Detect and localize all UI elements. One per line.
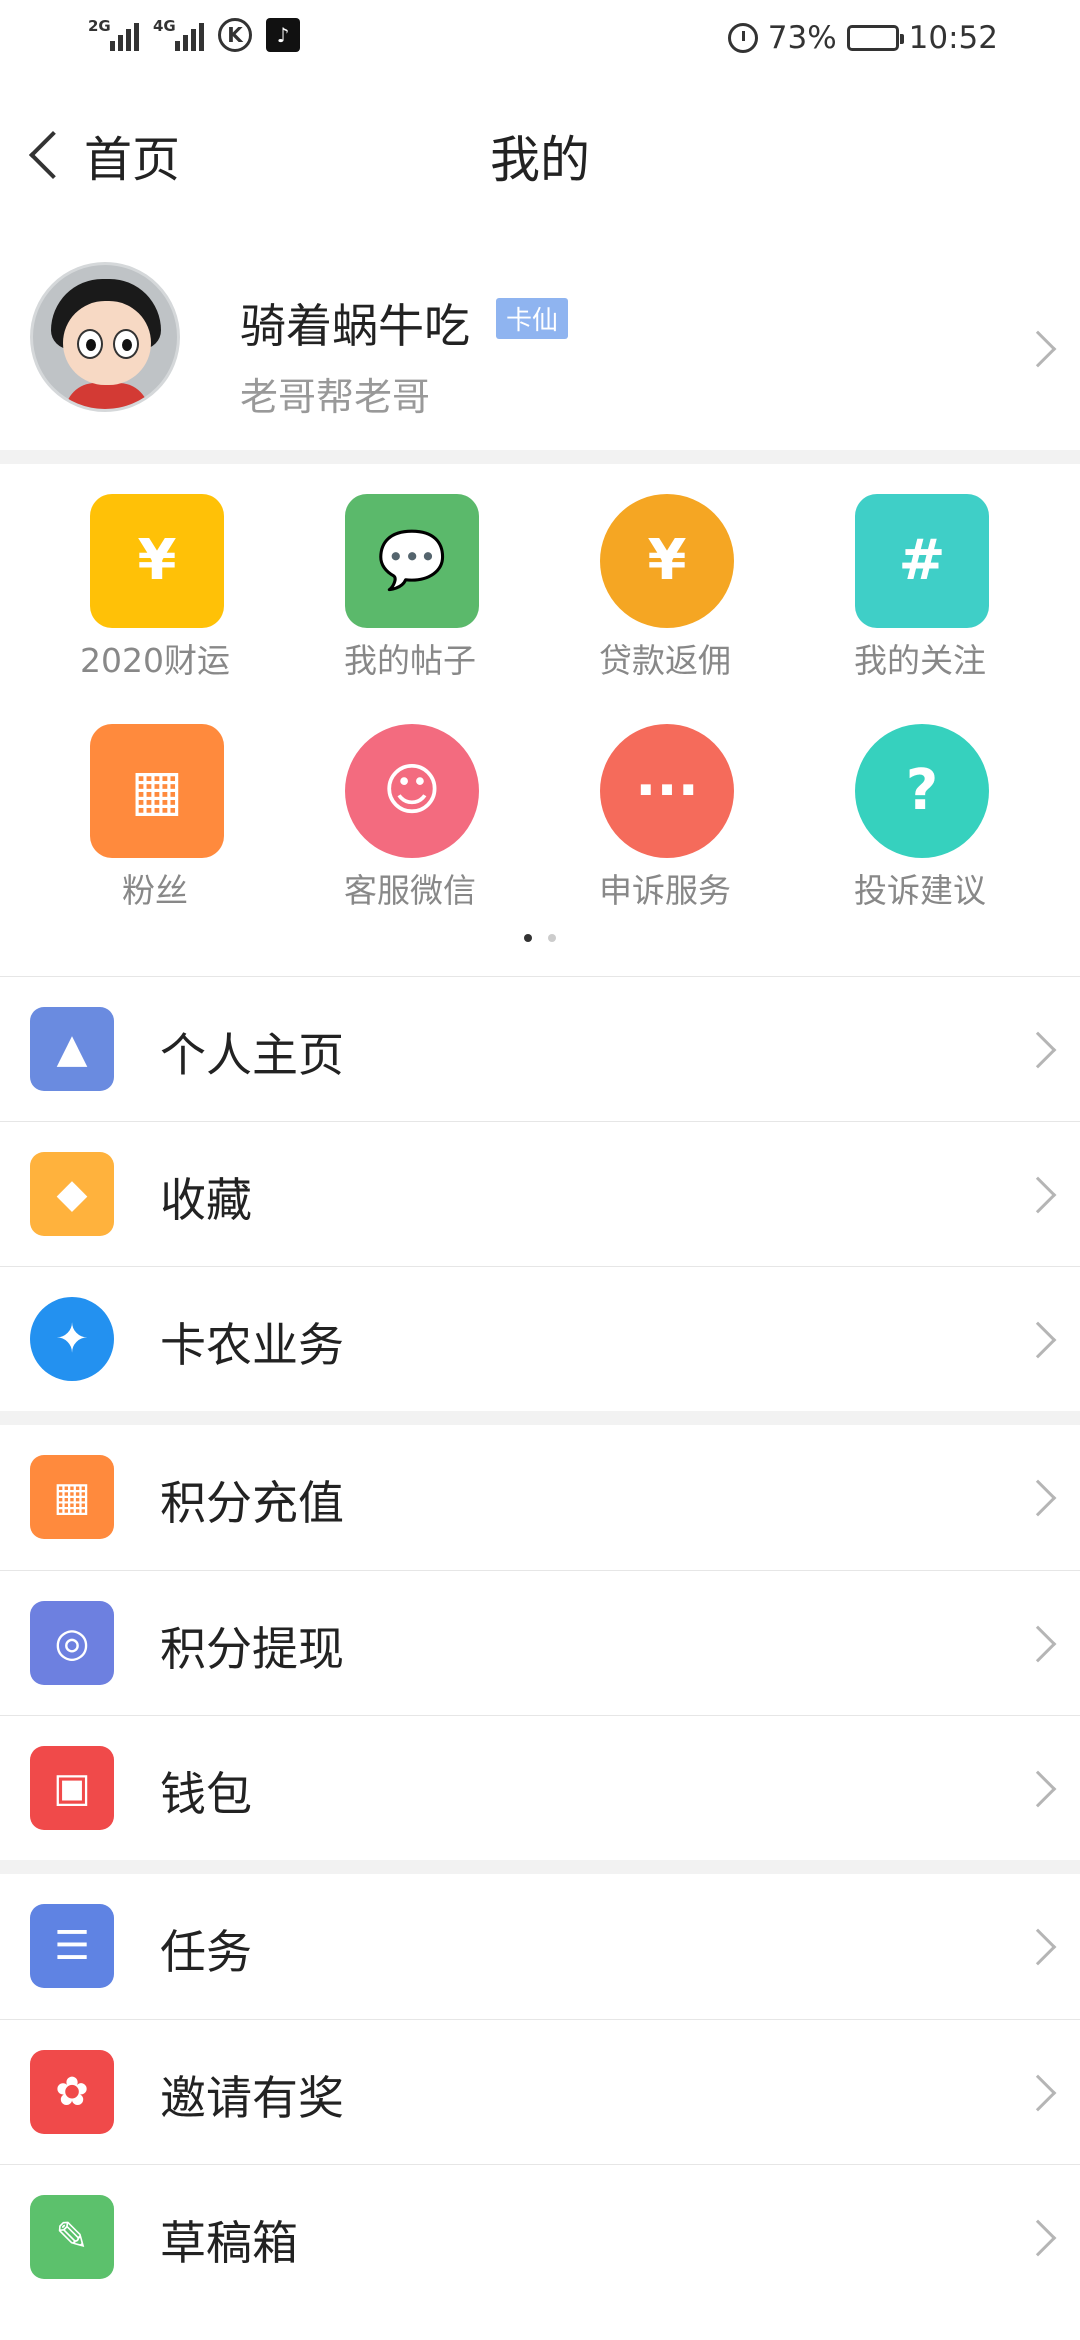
list-item-label: 积分充值 xyxy=(160,1476,344,1530)
status-bar: 2G 4G K ♪ 73% 10:52 xyxy=(0,0,1080,80)
chevron-right-icon xyxy=(1019,2074,1057,2112)
list-item-label: 钱包 xyxy=(160,1767,252,1821)
shortcut-grid: ¥2020财运 💬 我的帖子 ¥ 贷款返佣 # 我的关注 ▦ 粉丝 ☺ 客服微信 ··· 申诉服务? 投诉… xyxy=(0,464,1080,974)
user-level-badge: 卡仙 xyxy=(496,298,569,339)
list-item-label: 个人主页 xyxy=(160,1028,344,1082)
list-item-label: 草稿箱 xyxy=(160,2216,298,2270)
chevron-right-icon xyxy=(1019,2219,1057,2257)
username: 骑着蜗牛吃 xyxy=(240,299,470,353)
signal-strength-icon: 2G xyxy=(88,17,139,51)
nav-bar: 首页 我的 xyxy=(0,90,1080,220)
draft-note-icon: ✎ xyxy=(30,2195,114,2279)
network-type-label: 4G xyxy=(153,17,176,35)
chat-bubbles-icon: 💬 xyxy=(345,494,479,628)
list-item[interactable]: ☰ 任务 xyxy=(0,1874,1080,2019)
list-item-label: 积分提现 xyxy=(160,1622,344,1676)
list-item-label: 卡农业务 xyxy=(160,1318,344,1372)
chevron-right-icon xyxy=(1019,330,1057,368)
list-item[interactable]: ▦ 积分充值 xyxy=(0,1425,1080,1570)
chevron-right-icon xyxy=(1019,1479,1057,1517)
grid-item[interactable]: ▦ 粉丝 xyxy=(45,694,265,910)
list-item[interactable]: ▣ 钱包 xyxy=(0,1715,1080,1860)
list-item[interactable]: ✿ 邀请有奖 xyxy=(0,2019,1080,2164)
wallet-icon: ▣ xyxy=(30,1746,114,1830)
spiral-icon: ◎ xyxy=(30,1601,114,1685)
checklist-icon: ☰ xyxy=(30,1904,114,1988)
grid-item[interactable]: ¥2020财运 xyxy=(45,464,265,680)
page-dot xyxy=(524,934,532,942)
grid-item-label: 贷款返佣 xyxy=(599,641,731,680)
grid-item[interactable]: ? 投诉建议 xyxy=(810,694,1030,910)
gift-bag-icon: ✿ xyxy=(30,2050,114,2134)
battery-percent: 73% xyxy=(767,20,837,56)
alarm-icon xyxy=(727,23,758,53)
message-minus-icon: ··· xyxy=(600,724,734,858)
list-item[interactable]: ▲ 个人主页 xyxy=(0,976,1080,1121)
list-item-label: 邀请有奖 xyxy=(160,2071,344,2125)
tiktok-icon: ♪ xyxy=(266,18,300,52)
page-dot xyxy=(548,934,556,942)
cube-icon: ◆ xyxy=(30,1152,114,1236)
grid-item-label: 我的关注 xyxy=(854,641,986,680)
grid-item-label: 申诉服务 xyxy=(599,871,731,910)
clock: 10:52 xyxy=(908,20,998,56)
chevron-right-icon xyxy=(1019,1625,1057,1663)
grid-item[interactable]: ☺ 客服微信 xyxy=(300,694,520,910)
grid-item-label: 投诉建议 xyxy=(854,871,986,910)
store-icon: ▦ xyxy=(90,724,224,858)
list-item-label: 收藏 xyxy=(160,1173,252,1227)
chevron-right-icon xyxy=(1019,1031,1057,1069)
section-divider xyxy=(0,450,1080,464)
grid-item-label: 我的帖子 xyxy=(344,641,476,680)
yen-coin-icon: ¥ xyxy=(600,494,734,628)
status-right: 73% 10:52 xyxy=(727,20,998,56)
chevron-right-icon xyxy=(1019,1321,1057,1359)
section-divider xyxy=(0,1860,1080,1874)
handshake-icon: ✦ xyxy=(30,1297,114,1381)
chevron-right-icon xyxy=(1019,1928,1057,1966)
grid-item[interactable]: 💬 我的帖子 xyxy=(300,464,520,680)
grid-item[interactable]: ¥ 贷款返佣 xyxy=(555,464,775,680)
k-app-icon: K xyxy=(218,18,252,52)
page-title: 我的 xyxy=(490,131,590,189)
shop-icon: ▦ xyxy=(30,1455,114,1539)
list-item[interactable]: ✎ 草稿箱 xyxy=(0,2164,1080,2309)
avatar[interactable] xyxy=(30,262,180,412)
question-notebook-icon: ? xyxy=(855,724,989,858)
user-signature: 老哥帮老哥 xyxy=(240,375,431,419)
signal-strength-icon: 4G xyxy=(153,17,204,51)
coins-icon: ¥ xyxy=(90,494,224,628)
chevron-right-icon xyxy=(1019,1176,1057,1214)
status-left: 2G 4G K ♪ xyxy=(88,17,300,52)
list-item[interactable]: ◎ 积分提现 xyxy=(0,1570,1080,1715)
grid-item-label: 客服微信 xyxy=(344,871,476,910)
grid-item-label: 2020财运 xyxy=(80,641,230,680)
grid-item[interactable]: # 我的关注 xyxy=(810,464,1030,680)
picture-icon: ▲ xyxy=(30,1007,114,1091)
list-item[interactable]: ✦ 卡农业务 xyxy=(0,1266,1080,1411)
battery-icon xyxy=(846,25,904,51)
grid-item[interactable]: ··· 申诉服务 xyxy=(555,694,775,910)
profile-card[interactable]: 骑着蜗牛吃 卡仙 老哥帮老哥 xyxy=(0,250,1080,450)
section-divider xyxy=(0,1411,1080,1425)
network-type-label: 2G xyxy=(88,17,111,35)
hashtag-bubble-icon: # xyxy=(855,494,989,628)
headset-agent-icon: ☺ xyxy=(345,724,479,858)
page-indicator xyxy=(0,934,1080,942)
grid-item-label: 粉丝 xyxy=(122,871,188,910)
chevron-right-icon xyxy=(1019,1770,1057,1808)
list-item[interactable]: ◆ 收藏 xyxy=(0,1121,1080,1266)
list-item-label: 任务 xyxy=(160,1925,252,1979)
